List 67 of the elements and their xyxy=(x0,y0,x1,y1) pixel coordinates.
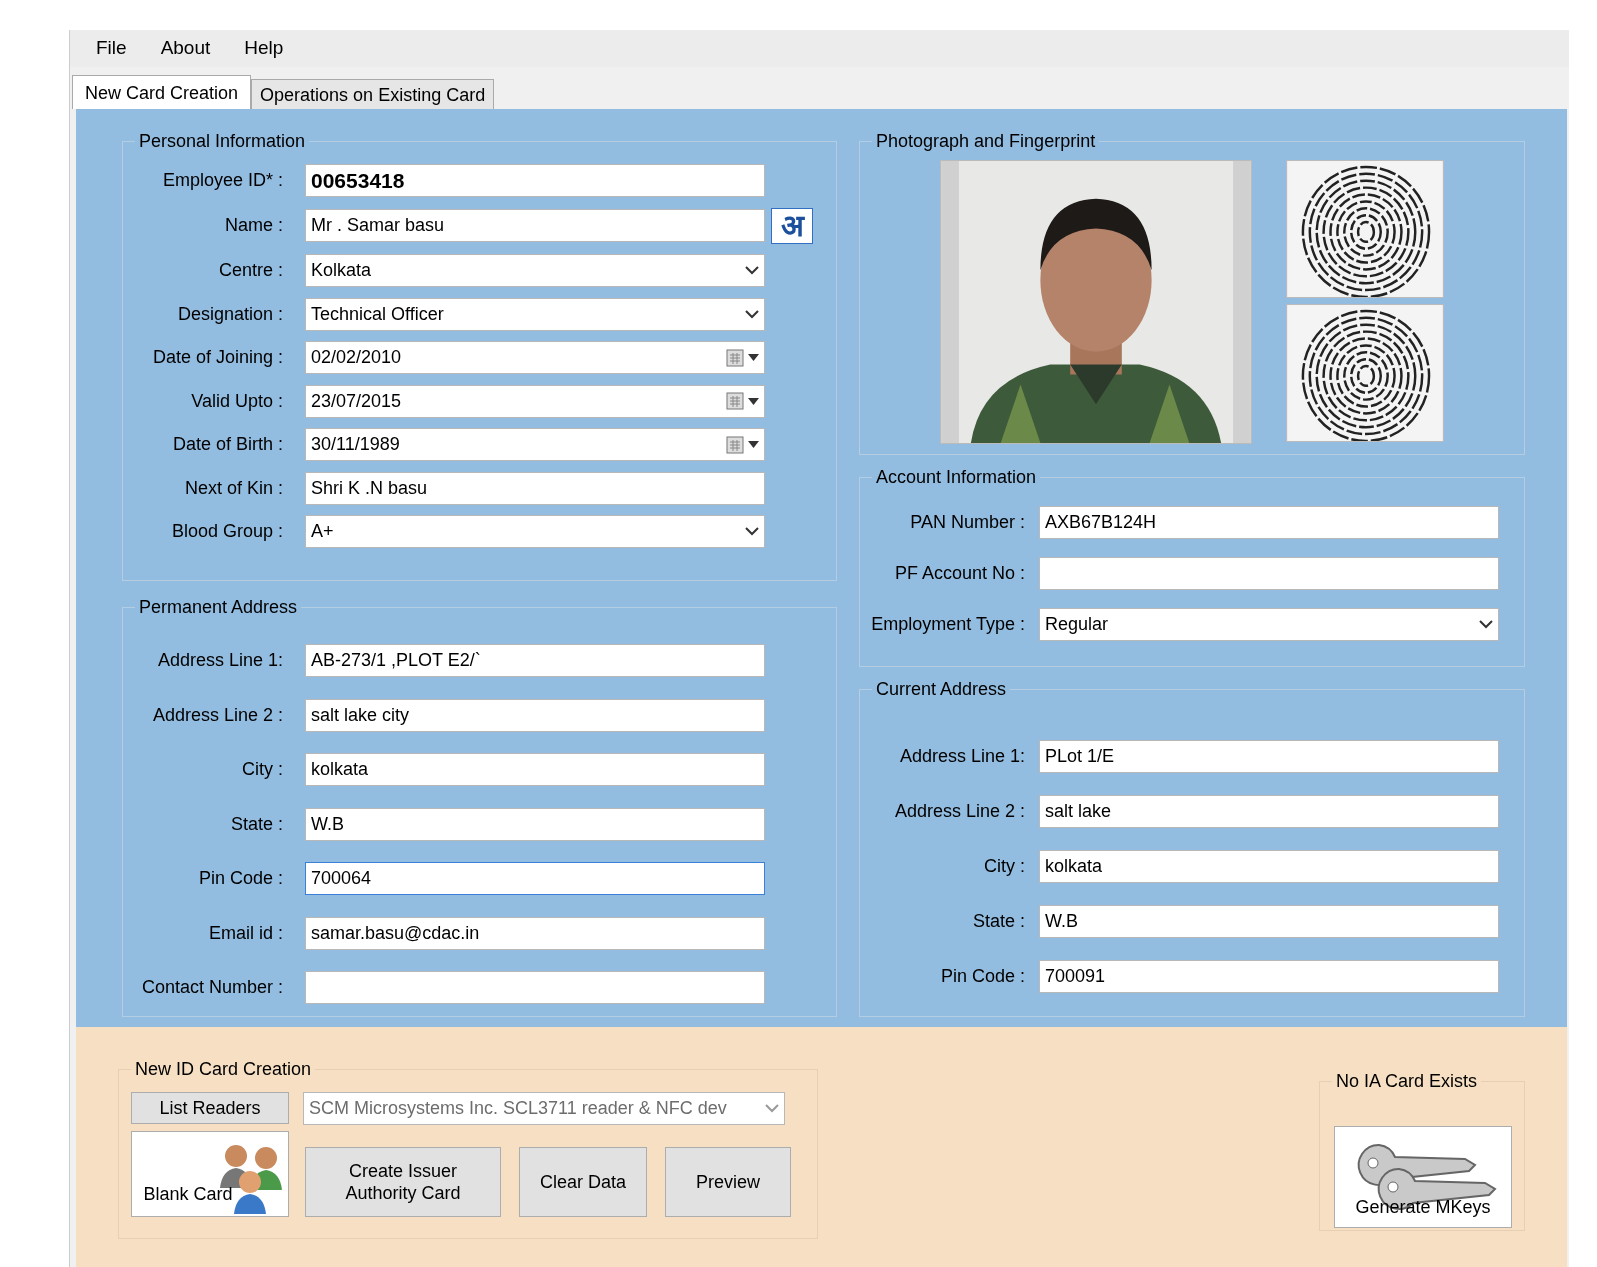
field-label: Next of Kin : xyxy=(183,476,284,500)
dropdown-arrow-icon xyxy=(748,397,759,405)
input-field[interactable]: salt lake xyxy=(1039,795,1499,828)
field-label: Name : xyxy=(223,214,284,237)
field-label: Email id : xyxy=(207,921,284,945)
field-label: Pin Code : xyxy=(197,867,284,890)
calendar-icon xyxy=(726,435,744,454)
field-label: PF Account No : xyxy=(893,562,1026,585)
field-label: Date of Joining : xyxy=(151,346,284,369)
input-field[interactable]: PLot 1/E xyxy=(1039,740,1499,773)
dropdown-arrow-icon xyxy=(748,441,759,448)
date-picker[interactable]: 23/07/2015 xyxy=(305,384,765,418)
input-field[interactable]: W.B xyxy=(1039,905,1499,938)
field-label: Designation : xyxy=(176,302,284,326)
field-label: Address Line 2 : xyxy=(151,703,284,727)
field-label: Blood Group : xyxy=(170,520,284,543)
field-label: Pin Code : xyxy=(939,965,1026,988)
input-field[interactable]: kolkata xyxy=(1039,850,1499,883)
input-field[interactable]: W.B xyxy=(305,807,765,841)
field-label: Date of Birth : xyxy=(171,433,284,456)
menu-item[interactable]: File xyxy=(96,34,127,63)
input-field[interactable]: Mr . Samar basu xyxy=(305,209,765,242)
list-readers-button[interactable]: List Readers xyxy=(131,1092,289,1124)
field-label: City : xyxy=(241,758,284,781)
dropdown[interactable]: Kolkata xyxy=(305,254,765,287)
field-label: City : xyxy=(983,855,1026,878)
field-label: State : xyxy=(229,812,284,836)
input-field[interactable]: samar.basu@cdac.in xyxy=(305,916,765,950)
action-button[interactable]: Create Issuer Authority Card xyxy=(305,1147,501,1217)
input-field[interactable]: AB-273/1 ,PLOT E2/` xyxy=(305,644,765,677)
input-field[interactable]: AXB67B124H xyxy=(1039,506,1499,539)
generate-keys-button[interactable]: Generate MKeys xyxy=(1334,1126,1512,1228)
input-field[interactable]: salt lake city xyxy=(305,698,765,732)
field-label: Address Line 2 : xyxy=(893,800,1026,823)
input-field[interactable]: kolkata xyxy=(305,753,765,786)
field-label: Employment Type : xyxy=(870,613,1026,636)
field-label: Contact Number : xyxy=(140,976,284,999)
input-field[interactable] xyxy=(305,971,765,1004)
input-field[interactable]: 700064 xyxy=(305,862,765,895)
field-label: Valid Upto : xyxy=(190,389,284,413)
field-label: Employee ID* : xyxy=(161,169,284,192)
dropdown[interactable]: Regular xyxy=(1039,608,1499,641)
field-label: Address Line 1: xyxy=(156,649,284,672)
action-button[interactable]: Clear Data xyxy=(519,1147,647,1217)
tab[interactable]: New Card Creation xyxy=(72,75,252,109)
language-button[interactable]: अ xyxy=(771,207,813,244)
dropdown-arrow-icon xyxy=(748,354,759,361)
input-field[interactable] xyxy=(1039,557,1499,590)
input-field[interactable]: 700091 xyxy=(1039,960,1499,993)
field-label: Address Line 1: xyxy=(898,745,1026,768)
menu-item[interactable]: About xyxy=(160,34,211,63)
dropdown[interactable]: Technical Officer xyxy=(305,297,765,331)
input-field[interactable]: Shri K .N basu xyxy=(305,471,765,505)
menu-item[interactable]: Help xyxy=(244,34,284,63)
date-picker[interactable]: 30/11/1989 xyxy=(305,428,765,461)
calendar-icon xyxy=(726,392,744,410)
tab[interactable]: Operations on Existing Card xyxy=(251,79,495,109)
blank-card-button[interactable]: Blank Card xyxy=(131,1131,289,1217)
field-label: State : xyxy=(971,910,1026,933)
calendar-icon xyxy=(726,348,744,367)
action-button[interactable]: Preview xyxy=(665,1147,791,1217)
field-label: Centre : xyxy=(217,259,284,282)
date-picker[interactable]: 02/02/2010 xyxy=(305,341,765,374)
reader-dropdown[interactable]: SCM Microsystems Inc. SCL3711 reader & NFC dev xyxy=(303,1092,785,1125)
dropdown[interactable]: A+ xyxy=(305,515,765,548)
field-label: PAN Number : xyxy=(909,511,1026,534)
input-field[interactable]: 00653418 xyxy=(305,164,765,197)
